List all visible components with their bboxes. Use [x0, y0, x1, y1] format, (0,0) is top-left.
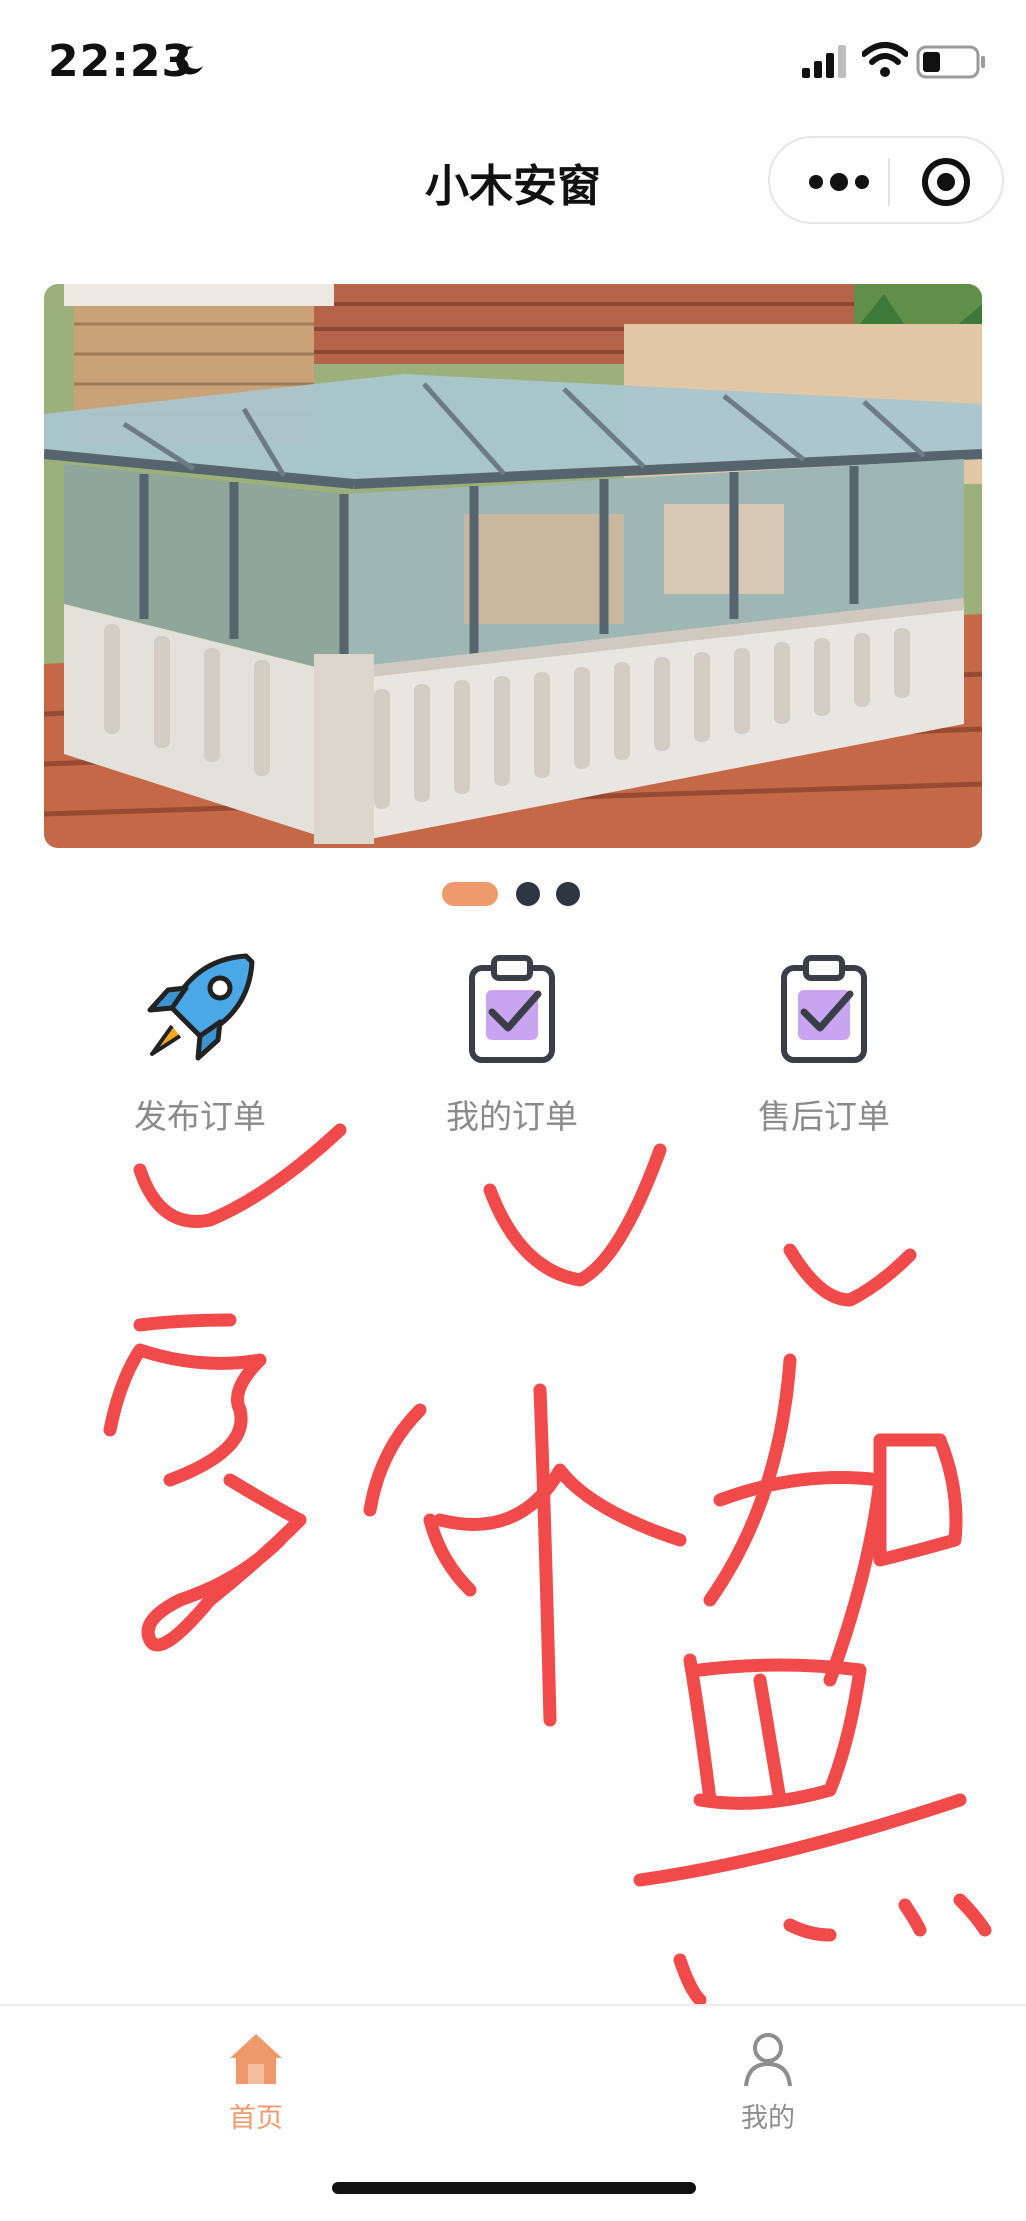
mini-program-capsule [768, 136, 1004, 224]
sunroom-banner-image[interactable] [44, 284, 982, 848]
status-bar: 22:23 [0, 0, 1026, 120]
entry-after-sales-orders[interactable]: 售后订单 [694, 950, 954, 1140]
carousel-dot-active[interactable] [442, 882, 498, 906]
home-indicator [332, 2182, 696, 2194]
carousel-indicator [0, 880, 1026, 910]
capsule-divider [888, 158, 890, 206]
signal-icon [802, 45, 846, 78]
banner-carousel[interactable] [44, 284, 982, 848]
tab-home[interactable]: 首页 [156, 2020, 356, 2140]
target-icon[interactable] [920, 156, 972, 208]
tab-label: 首页 [229, 2103, 283, 2134]
entry-label: 售后订单 [758, 1097, 890, 1136]
clipboard-check-icon [469, 955, 555, 1063]
wifi-icon [862, 42, 908, 77]
clipboard-check-icon [781, 955, 867, 1063]
tab-mine[interactable]: 我的 [668, 2020, 868, 2140]
entry-label: 发布订单 [134, 1097, 266, 1136]
moon-icon [176, 46, 203, 75]
home-icon [230, 2034, 282, 2084]
entry-my-orders[interactable]: 我的订单 [382, 950, 642, 1140]
rocket-icon [147, 953, 255, 1061]
tab-label: 我的 [741, 2103, 795, 2134]
carousel-dot[interactable] [556, 882, 580, 906]
carousel-dot[interactable] [516, 882, 540, 906]
more-icon[interactable] [804, 164, 874, 200]
entry-label: 我的订单 [446, 1097, 578, 1136]
battery-icon [916, 45, 985, 79]
user-icon [744, 2033, 792, 2087]
entry-publish-order[interactable]: 发布订单 [70, 950, 330, 1140]
